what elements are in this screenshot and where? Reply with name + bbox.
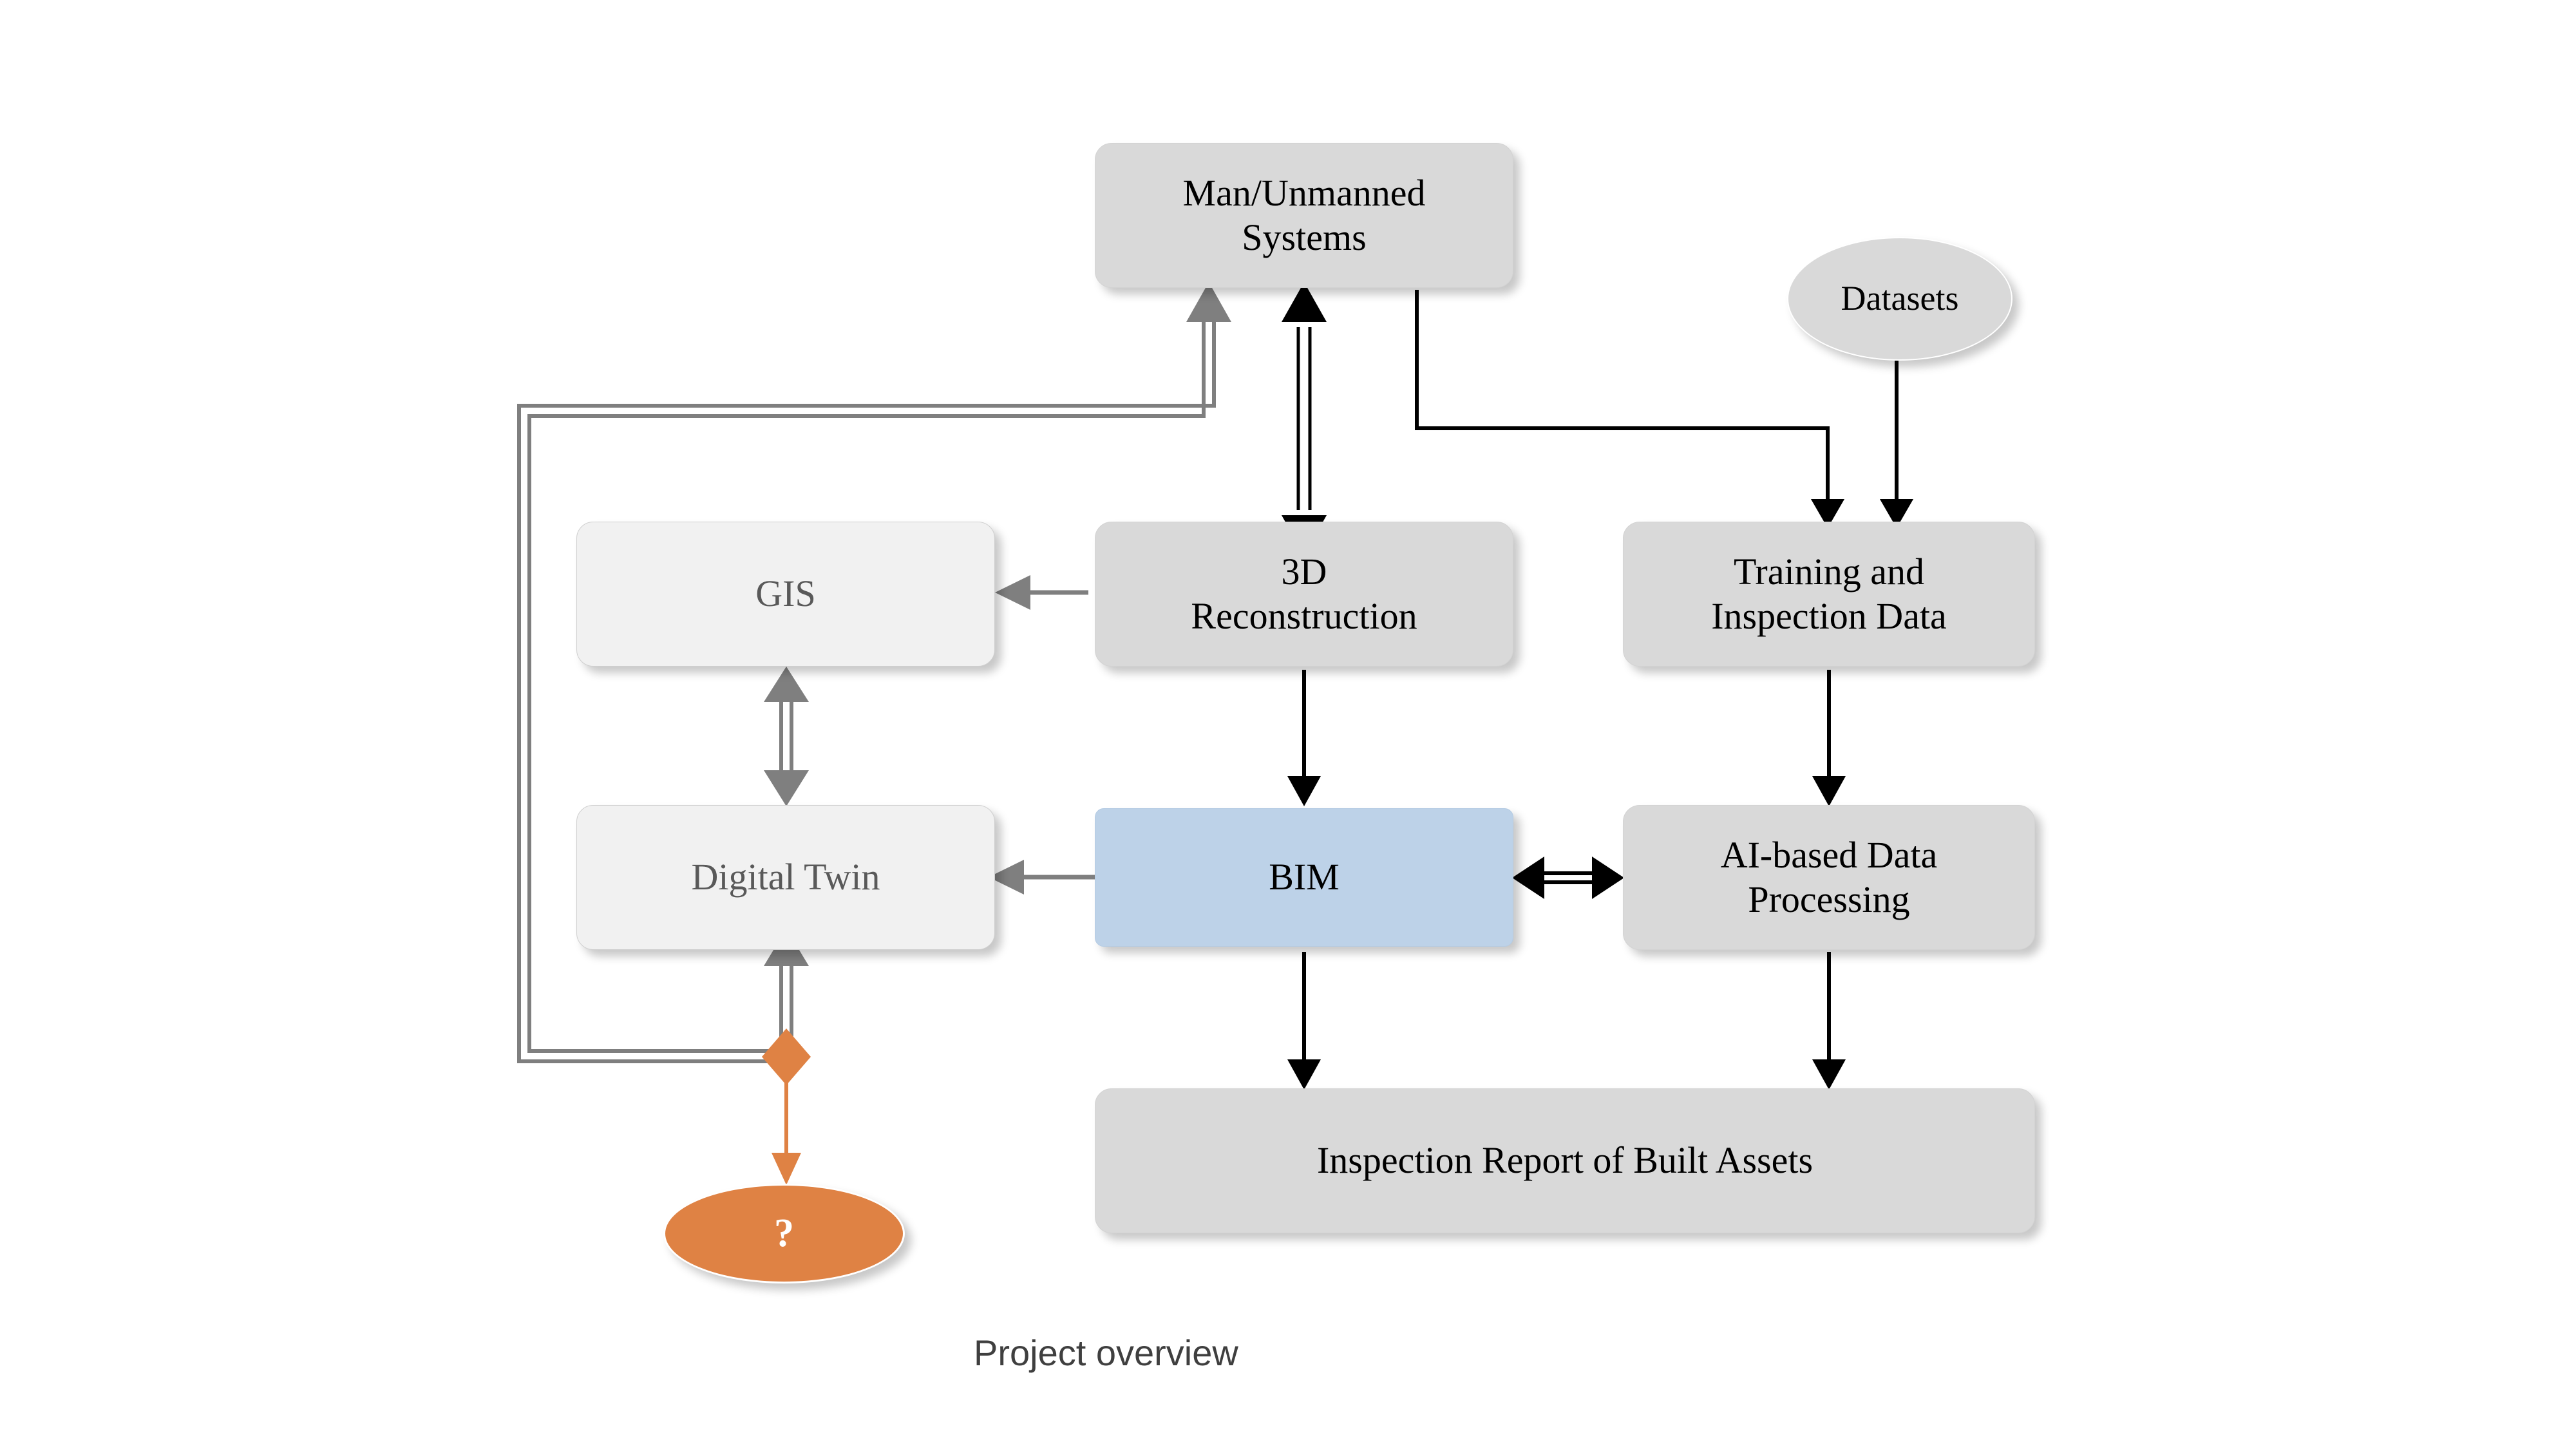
node-digital-twin[interactable]: Digital Twin <box>576 805 995 950</box>
diagram-caption: Project overview <box>974 1332 1238 1373</box>
node-label-unknown-question: ? <box>774 1211 794 1255</box>
node-inspection-report[interactable]: Inspection Report of Built Assets <box>1095 1088 2035 1233</box>
node-label-gis: GIS <box>755 573 816 615</box>
node-label-inspection-report: Inspection Report of Built Assets <box>1316 1139 1814 1182</box>
edge-ai-to-report <box>1812 952 1846 1090</box>
edge-datasets-to-training <box>1880 361 1913 528</box>
edge-junction-to-question <box>762 1028 811 1185</box>
edge-3d-to-systems <box>1282 282 1327 555</box>
node-ai-based-data-processing[interactable]: AI-based Data Processing <box>1623 805 2035 950</box>
node-label-training-inspection-data: Training and Inspection Data <box>1711 551 1947 637</box>
node-training-inspection-data[interactable]: Training and Inspection Data <box>1623 522 2035 667</box>
edge-gis-digitaltwin <box>764 667 809 806</box>
node-label-digital-twin: Digital Twin <box>691 856 880 898</box>
node-gis[interactable]: GIS <box>576 522 995 667</box>
edge-3d-to-bim <box>1287 670 1321 806</box>
node-bim[interactable]: BIM <box>1095 808 1513 947</box>
node-man-unmanned-systems[interactable]: Man/Unmanned Systems <box>1095 143 1513 288</box>
edge-bim-to-report <box>1287 952 1321 1090</box>
edge-training-to-ai <box>1812 670 1846 806</box>
node-label-bim: BIM <box>1269 856 1340 898</box>
node-label-datasets: Datasets <box>1841 279 1959 318</box>
node-3d-reconstruction[interactable]: 3D Reconstruction <box>1095 522 1513 667</box>
edge-3d-to-gis <box>995 575 1088 610</box>
edge-bim-ai <box>1512 857 1624 899</box>
node-label-3d-reconstruction: 3D Reconstruction <box>1191 551 1417 637</box>
node-label-ai-based-data-processing: AI-based Data Processing <box>1720 834 1938 920</box>
node-unknown-question[interactable]: ? <box>663 1184 905 1283</box>
diagram-canvas: Man/Unmanned Systems Datasets GIS 3D Rec… <box>0 0 2576 1449</box>
edge-bim-to-digitaltwin <box>989 860 1095 895</box>
edge-systems-to-training <box>1415 290 1844 528</box>
node-label-man-unmanned-systems: Man/Unmanned Systems <box>1182 172 1426 258</box>
node-datasets[interactable]: Datasets <box>1787 237 2012 361</box>
